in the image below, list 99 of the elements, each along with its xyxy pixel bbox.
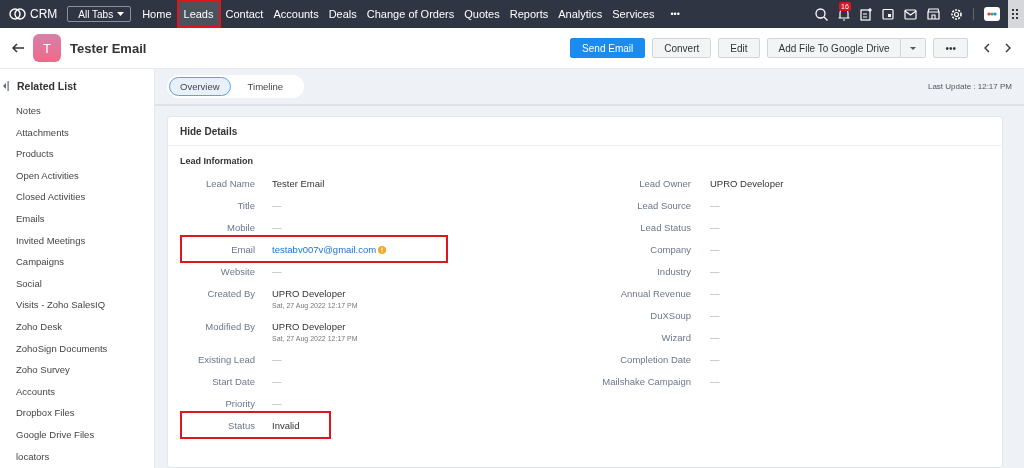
section-title: Lead Information bbox=[180, 156, 254, 166]
calendar-icon[interactable] bbox=[882, 8, 894, 20]
field-value: — bbox=[710, 244, 720, 255]
field-value[interactable]: testabv007v@gmail.com bbox=[272, 244, 377, 255]
sidebar-item[interactable]: Open Activities bbox=[0, 164, 154, 187]
app-logo-icon[interactable] bbox=[984, 7, 1000, 21]
sidebar-item[interactable]: Products bbox=[0, 143, 154, 165]
add-file-button[interactable]: Add File To Google Drive bbox=[766, 38, 902, 58]
sidebar-item[interactable]: Emails bbox=[0, 207, 154, 230]
field-label: Industry bbox=[656, 265, 691, 277]
sidebar-item[interactable]: Attachments bbox=[0, 121, 154, 144]
sidebar-item[interactable]: locators bbox=[0, 445, 154, 468]
field-value: — bbox=[272, 398, 282, 409]
sidebar-item[interactable]: Notes bbox=[0, 100, 154, 122]
next-icon[interactable] bbox=[1005, 43, 1012, 53]
nav-tab[interactable]: Deals bbox=[323, 0, 362, 28]
sidebar-item[interactable]: Zoho Desk bbox=[0, 315, 154, 338]
field-value: — bbox=[272, 222, 282, 233]
view-tab[interactable]: Timeline bbox=[236, 77, 295, 96]
field-value: UPRO Developer bbox=[710, 178, 784, 189]
field-label: Priority bbox=[224, 397, 255, 409]
field-label: Lead Source bbox=[636, 199, 691, 211]
search-icon[interactable] bbox=[815, 7, 828, 21]
nav-tab[interactable]: Services bbox=[607, 0, 660, 28]
field-label: Lead Name bbox=[204, 177, 255, 189]
field-value: — bbox=[710, 332, 720, 343]
more-tabs-button[interactable]: ••• bbox=[665, 0, 685, 28]
sidebar-item[interactable]: Accounts bbox=[0, 380, 154, 403]
avatar-letter: T bbox=[33, 34, 61, 62]
view-tab[interactable]: Overview bbox=[169, 77, 231, 96]
field-value: — bbox=[710, 354, 720, 365]
sidebar-item[interactable]: Visits - Zoho SalesIQ bbox=[0, 294, 154, 316]
store-icon[interactable] bbox=[927, 8, 940, 20]
field-value: — bbox=[710, 310, 720, 321]
nav-tab[interactable]: Home bbox=[137, 0, 177, 28]
field-label: Existing Lead bbox=[196, 353, 255, 365]
hide-details-link[interactable]: Hide Details bbox=[180, 125, 238, 137]
settings-icon[interactable] bbox=[950, 7, 963, 21]
nav-tab[interactable]: Accounts bbox=[268, 0, 324, 28]
sidebar-item[interactable]: Google Drive Files bbox=[0, 423, 154, 446]
sidebar-item[interactable]: Zoho Survey bbox=[0, 359, 154, 381]
app-name: CRM bbox=[30, 7, 58, 21]
nav-tab[interactable]: Change of Orders bbox=[361, 0, 460, 28]
field-value: UPRO Developer bbox=[272, 288, 346, 299]
note-add-icon[interactable] bbox=[860, 7, 872, 21]
field-label: Company bbox=[649, 243, 691, 255]
field-label: Website bbox=[219, 265, 255, 277]
nav-tab[interactable]: Contact bbox=[220, 0, 269, 28]
field-label: Modified By bbox=[204, 320, 255, 332]
action-button[interactable]: Edit bbox=[718, 38, 760, 58]
nav-tab[interactable]: Quotes bbox=[459, 0, 505, 28]
field-label: Title bbox=[236, 199, 255, 211]
action-button[interactable]: ••• bbox=[933, 38, 968, 58]
record-name: Tester Email bbox=[70, 40, 147, 56]
field-label: Completion Date bbox=[619, 353, 691, 365]
back-arrow-icon[interactable] bbox=[12, 43, 24, 53]
field-label: Annual Revenue bbox=[619, 287, 691, 299]
field-value: — bbox=[272, 266, 282, 277]
sidebar-item[interactable]: Dropbox Files bbox=[0, 402, 154, 424]
field-value: — bbox=[710, 266, 720, 277]
sidebar-item[interactable]: ZohoSign Documents bbox=[0, 337, 154, 360]
action-button[interactable]: Convert bbox=[652, 38, 712, 58]
last-update-text: Last Update : 12:17 PM bbox=[927, 82, 1012, 91]
field-value: Invalid bbox=[272, 420, 300, 431]
field-value: UPRO Developer bbox=[272, 321, 346, 332]
field-value: — bbox=[710, 288, 720, 299]
caret-icon bbox=[117, 12, 125, 16]
sidebar-item[interactable]: Invited Meetings bbox=[0, 229, 154, 252]
field-value: — bbox=[710, 222, 720, 233]
sidebar-title: Related List bbox=[17, 80, 77, 92]
field-value: — bbox=[272, 354, 282, 365]
caret-icon bbox=[910, 46, 917, 50]
previous-icon[interactable] bbox=[983, 43, 990, 53]
field-label: Lead Owner bbox=[638, 177, 691, 189]
field-label: Email bbox=[230, 243, 255, 255]
collapse-icon[interactable] bbox=[3, 81, 9, 91]
sidebar-item[interactable]: Closed Activities bbox=[0, 186, 154, 208]
field-label: Start Date bbox=[211, 375, 255, 387]
field-label: Status bbox=[227, 419, 255, 431]
field-label: DuXSoup bbox=[649, 309, 691, 321]
field-value: — bbox=[272, 376, 282, 387]
nav-tab[interactable]: Reports bbox=[504, 0, 554, 28]
field-value: — bbox=[272, 200, 282, 211]
field-label: Mailshake Campaign bbox=[601, 375, 691, 387]
sidebar-item[interactable]: Social bbox=[0, 272, 154, 295]
all-tabs-button[interactable]: All Tabs bbox=[67, 6, 132, 22]
logo-icon bbox=[9, 7, 26, 21]
app-grid-icon[interactable] bbox=[1012, 9, 1020, 19]
field-value: Tester Email bbox=[272, 178, 325, 189]
field-label: Lead Status bbox=[639, 221, 691, 233]
field-label: Mobile bbox=[226, 221, 255, 233]
nav-tab[interactable]: Leads bbox=[176, 0, 221, 28]
field-label: Created By bbox=[206, 287, 255, 299]
field-value: — bbox=[710, 200, 720, 211]
field-label: Wizard bbox=[660, 331, 691, 343]
mail-icon[interactable] bbox=[904, 8, 917, 20]
nav-tab[interactable]: Analytics bbox=[553, 0, 608, 28]
field-value: — bbox=[710, 376, 720, 387]
sidebar-item[interactable]: Campaigns bbox=[0, 251, 154, 273]
